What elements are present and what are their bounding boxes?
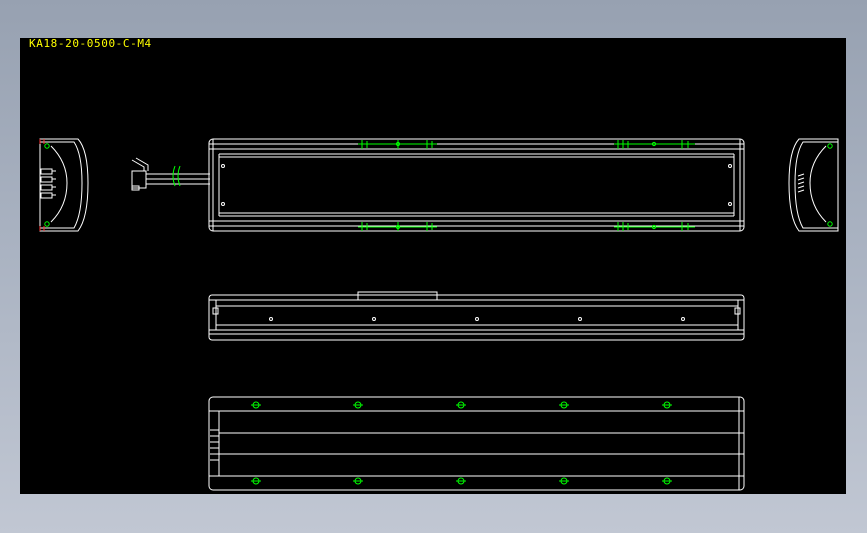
- top-view: [208, 138, 745, 232]
- motor-cable: [131, 157, 210, 191]
- right-end-mounting-marks: [827, 143, 833, 227]
- bottom-view: [208, 396, 745, 491]
- cad-viewport[interactable]: KA18-20-0500-C-M4: [20, 37, 846, 494]
- right-end-view: [788, 138, 839, 232]
- cad-drawing[interactable]: [20, 38, 846, 494]
- bottom-view-mounting-holes: [251, 401, 672, 485]
- front-view: [208, 291, 745, 341]
- left-end-view: [39, 138, 89, 232]
